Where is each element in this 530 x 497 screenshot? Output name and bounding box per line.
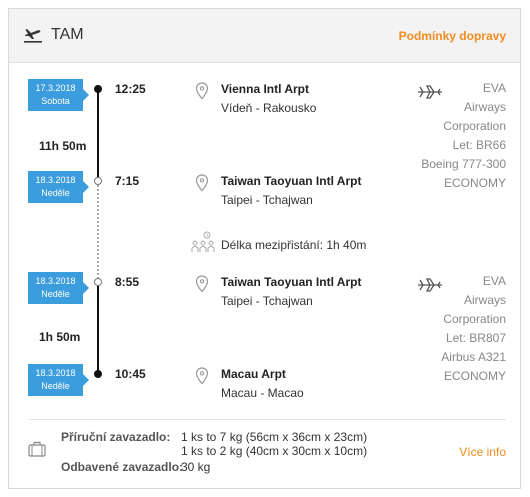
timeline-dot (94, 278, 102, 286)
map-pin-icon (195, 275, 209, 293)
transport-conditions-link[interactable]: Podmínky dopravy (399, 29, 506, 43)
flight-header: TAM Podmínky dopravy (9, 9, 520, 63)
carry-on-label: Příruční zavazadlo: (61, 430, 171, 444)
checked-baggage-value: 30 kg (181, 460, 211, 474)
cabin-class: ECONOMY (443, 369, 506, 383)
flight-number: Let: BR66 (452, 138, 506, 152)
flight-card: TAM Podmínky dopravy 17.3.2018 Sobota 12… (8, 8, 521, 489)
badge-day: Neděle (41, 381, 70, 391)
map-pin-icon (195, 82, 209, 100)
aircraft-type: Boeing 777-300 (421, 157, 506, 171)
airline-name-line: Corporation (443, 119, 506, 133)
airline-name-line: Corporation (443, 312, 506, 326)
cabin-class: ECONOMY (443, 176, 506, 190)
waiting-people-icon (191, 231, 215, 252)
airline-name-line: Airways (463, 100, 506, 114)
timeline-layover-line (97, 185, 99, 279)
flight-duration: 11h 50m (39, 139, 87, 153)
airport-city: Taipei - Tchajwan (221, 294, 313, 308)
badge-day: Sobota (41, 96, 70, 106)
suitcase-icon (28, 441, 46, 457)
airport-name: Taiwan Taoyuan Intl Arpt (221, 275, 362, 289)
layover-duration: Délka mezipřistání: 1h 40m (221, 238, 367, 252)
badge-date: 18.3.2018 (35, 175, 76, 185)
flight-number: Let: BR807 (445, 331, 506, 345)
plane-takeoff-icon (24, 29, 42, 43)
carry-on-values: 1 ks to 7 kg (56cm x 36cm x 23cm) 1 ks t… (181, 430, 367, 458)
timeline-dot (94, 85, 102, 93)
airport-city: Taipei - Tchajwan (221, 193, 313, 207)
carry-on-value: 1 ks to 7 kg (56cm x 36cm x 23cm) (181, 430, 368, 444)
timeline-dot (94, 177, 102, 185)
direction-title: TAM (51, 26, 84, 43)
map-pin-icon (195, 174, 209, 192)
badge-day: Neděle (41, 188, 70, 198)
badge-day: Neděle (41, 289, 70, 299)
carry-on-value: 1 ks to 2 kg (40cm x 30cm x 10cm) (181, 444, 368, 458)
airport-name: Macau Arpt (221, 367, 286, 381)
departure-time: 12:25 (115, 82, 146, 96)
airport-name: Taiwan Taoyuan Intl Arpt (221, 174, 362, 188)
aircraft-type: Airbus A321 (441, 350, 506, 364)
badge-date: 18.3.2018 (35, 276, 76, 286)
airline-info: EVA Airways Corporation Let: BR66 Boeing… (366, 79, 506, 193)
airline-name-line: Airways (463, 293, 506, 307)
badge-date: 17.3.2018 (35, 83, 76, 93)
date-badge: 17.3.2018 Sobota (28, 79, 89, 111)
map-pin-icon (195, 367, 209, 385)
divider (29, 419, 506, 420)
date-badge: 18.3.2018 Neděle (28, 272, 89, 304)
timeline-dot (94, 370, 102, 378)
airline-name-line: EVA (482, 81, 506, 95)
arrival-time: 10:45 (115, 367, 146, 381)
airport-city: Vídeň - Rakousko (221, 101, 317, 115)
departure-time: 8:55 (115, 275, 140, 289)
timeline-line (97, 283, 99, 375)
date-badge: 18.3.2018 Neděle (28, 364, 89, 396)
more-info-link[interactable]: Více info (459, 445, 506, 459)
checked-baggage-label: Odbavené zavazadlo: (61, 460, 184, 474)
date-badge: 18.3.2018 Neděle (28, 171, 89, 203)
badge-date: 18.3.2018 (35, 368, 76, 378)
timeline-line (97, 89, 99, 181)
airline-name-line: EVA (482, 274, 506, 288)
airline-info: EVA Airways Corporation Let: BR807 Airbu… (366, 272, 506, 386)
flight-duration: 1h 50m (39, 330, 81, 344)
arrival-time: 7:15 (115, 174, 140, 188)
airport-city: Macau - Macao (221, 386, 304, 400)
airport-name: Vienna Intl Arpt (221, 82, 310, 96)
